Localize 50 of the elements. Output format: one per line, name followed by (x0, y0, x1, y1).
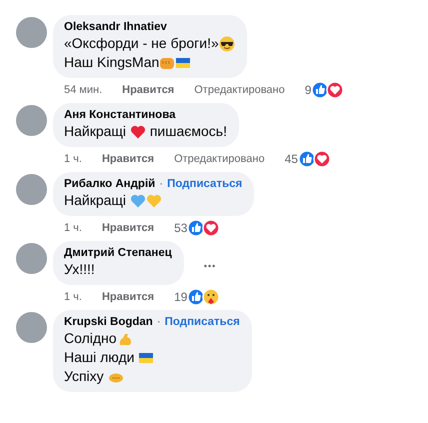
like-link[interactable]: Нравится (122, 84, 174, 96)
like-link[interactable]: Нравится (102, 153, 154, 165)
reaction-count[interactable]: 45 (284, 152, 298, 166)
like-reaction-icon[interactable] (298, 150, 316, 168)
reaction-count[interactable]: 19 (174, 290, 188, 304)
follow-link[interactable]: Подписаться (167, 178, 242, 190)
heart-icon (146, 192, 162, 208)
like-link[interactable]: Нравится (102, 291, 154, 303)
avatar[interactable] (16, 174, 47, 205)
comment-time[interactable]: 1 ч. (64, 291, 82, 303)
like-reaction-icon[interactable] (187, 288, 206, 306)
author-name[interactable]: Oleksandr Ihnatiev (64, 21, 167, 33)
comment-text: Солідно (64, 329, 117, 348)
edited-label: Отредактировано (174, 153, 265, 165)
love-reaction-icon[interactable] (326, 81, 344, 99)
love-reaction-icon[interactable] (202, 219, 220, 237)
comment-text: Найкращі (64, 191, 128, 210)
comment-text: Наші люди (64, 348, 136, 367)
separator-dot: · (159, 178, 164, 190)
separator-dot: · (156, 316, 161, 328)
comment-text: пишаємось! (148, 122, 227, 141)
like-link[interactable]: Нравится (102, 222, 154, 234)
avatar[interactable] (16, 17, 47, 48)
like-reaction-icon[interactable] (311, 81, 330, 99)
sunglasses-emoji-icon (218, 36, 235, 52)
heart-icon (130, 192, 146, 208)
edited-label: Отредактировано (194, 84, 285, 96)
comment-text: Найкращі (64, 122, 128, 141)
comment-time[interactable]: 54 мин. (64, 84, 102, 96)
heart-icon (130, 124, 146, 140)
author-name[interactable]: Дмитрий Степанец (64, 247, 172, 259)
like-reaction-icon[interactable] (187, 219, 206, 237)
avatar[interactable] (16, 312, 47, 343)
avatar[interactable] (16, 243, 47, 274)
reaction-count[interactable]: 9 (304, 83, 312, 97)
follow-link[interactable]: Подписаться (164, 316, 240, 328)
comment-time[interactable]: 1 ч. (64, 153, 82, 165)
more-options-button[interactable]: ••• (204, 261, 216, 271)
comment-text: «Оксфорди - не броги!» (64, 34, 219, 53)
care-reaction-icon[interactable] (202, 288, 220, 306)
author-name[interactable]: Krupski Bogdan (64, 316, 153, 328)
comment-text: Наш KingsMan (64, 53, 160, 72)
comment-text: Успіху (64, 367, 105, 386)
author-name[interactable]: Рибалко Андрій (64, 178, 156, 190)
avatar[interactable] (16, 105, 47, 136)
love-reaction-icon[interactable] (312, 150, 331, 168)
author-name[interactable]: Аня Константинова (64, 109, 176, 121)
reaction-count[interactable]: 53 (174, 221, 188, 235)
comment-text: Ух!!!! (64, 260, 95, 279)
comment-time[interactable]: 1 ч. (64, 222, 82, 234)
